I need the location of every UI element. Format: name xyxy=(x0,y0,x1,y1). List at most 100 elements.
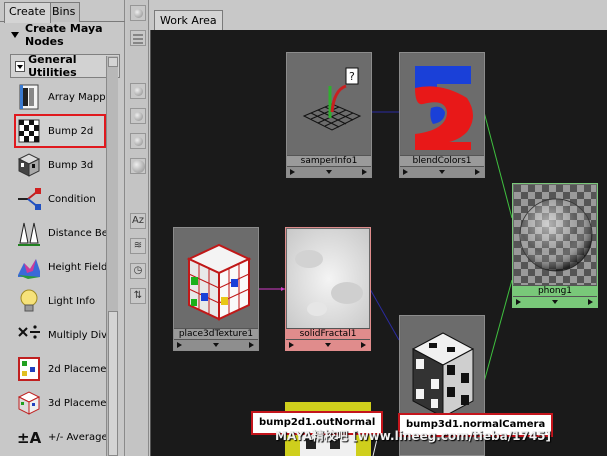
dropdown-label: Create Maya Nodes xyxy=(25,22,103,48)
list-item-bump-3d[interactable]: Bump 3d xyxy=(14,148,106,182)
medium-sphere-icon xyxy=(134,112,143,121)
list-item-label: +/- Average xyxy=(48,431,106,443)
list-item-label: Distance Bet xyxy=(48,227,106,239)
node-ports[interactable] xyxy=(513,296,597,307)
sort-type-icon: ≋ xyxy=(133,240,143,251)
node-ports[interactable] xyxy=(286,339,370,350)
clock-icon: ◷ xyxy=(133,265,143,276)
dropdown-arrow-icon xyxy=(11,32,19,38)
swatch-size-toggle-button[interactable] xyxy=(130,5,146,21)
create-panel: Create Bins Create Maya Nodes General Ut… xyxy=(0,0,125,456)
plus-minus-average-icon: ±A xyxy=(17,429,42,447)
list-item-multiply-divide[interactable]: Multiply Divid xyxy=(14,318,106,352)
medium-swatch-button[interactable] xyxy=(130,108,146,124)
panel-tab-bar: Create Bins xyxy=(0,0,125,23)
place2d-icon xyxy=(18,357,40,381)
multiply-divide-icon xyxy=(18,325,40,339)
node-sampler-info[interactable]: ? samperInfo1 xyxy=(286,52,372,178)
phong-swatch xyxy=(514,185,596,285)
distance-between-icon xyxy=(18,222,40,246)
svg-text:±A: ±A xyxy=(17,429,42,447)
list-item-3d-placement[interactable]: 3d Placemen xyxy=(14,386,106,420)
solid-fractal-swatch xyxy=(287,229,369,328)
bump2d-icon xyxy=(18,119,40,143)
node-ports[interactable] xyxy=(174,339,258,350)
list-item-2d-placement[interactable]: 2d Placemen xyxy=(14,352,106,386)
sphere-swatch-icon xyxy=(134,9,143,18)
xlarge-swatch-button[interactable] xyxy=(130,158,146,174)
tab-bins[interactable]: Bins xyxy=(47,2,81,22)
large-swatch-button[interactable] xyxy=(130,133,146,149)
list-item-light-info[interactable]: Light Info xyxy=(14,284,106,318)
list-item-height-field[interactable]: Height Field xyxy=(14,250,106,284)
node-label: samperInfo1 xyxy=(287,155,371,166)
wire-fractal-to-bump xyxy=(369,288,400,341)
watermark-text: MAYA精校吧 [www.lineeg.com/tieba/1745] xyxy=(275,429,552,443)
list-item-label: 2d Placemen xyxy=(48,363,106,375)
node-solid-fractal[interactable]: solidFractal1 xyxy=(285,227,371,351)
node-ports[interactable] xyxy=(287,166,371,177)
scrollbar-thumb[interactable] xyxy=(108,311,118,456)
height-field-icon xyxy=(18,259,40,279)
list-view-icon xyxy=(133,34,143,44)
node-list: Array Mapper Bump 2d xyxy=(14,80,106,454)
place3d-texture-icon xyxy=(175,229,257,328)
list-item-label: Array Mapper xyxy=(48,91,106,103)
xlarge-sphere-icon xyxy=(132,160,145,173)
maya-hypershade-window: Create Bins Create Maya Nodes General Ut… xyxy=(0,0,607,456)
place3d-icon xyxy=(17,391,41,415)
tab-work-area[interactable]: Work Area xyxy=(154,10,607,31)
small-sphere-icon xyxy=(134,87,143,96)
list-item-label: 3d Placemen xyxy=(48,397,106,409)
bump3d-icon xyxy=(17,153,41,177)
list-item-condition[interactable]: Condition xyxy=(14,182,106,216)
work-area-canvas[interactable]: ? samperInfo1 blendColors1 phong1 place3… xyxy=(150,30,607,456)
node-place3d-texture[interactable]: place3dTexture1 xyxy=(173,227,259,351)
node-list-scrollbar[interactable] xyxy=(106,56,118,456)
list-item-label: Bump 2d xyxy=(48,125,94,137)
solid-fractal-icon xyxy=(287,229,369,328)
small-swatch-button[interactable] xyxy=(130,83,146,99)
list-item-label: Light Info xyxy=(48,295,96,307)
list-item-label: Height Field xyxy=(48,261,106,273)
work-area-tab-bar: Work Area xyxy=(150,0,607,31)
sort-by-name-button[interactable]: Az xyxy=(130,213,146,229)
scroll-up-arrow-icon[interactable] xyxy=(108,57,118,67)
collapse-toggle-icon[interactable] xyxy=(15,60,26,72)
blend-colors-swatch xyxy=(401,54,483,155)
list-item-distance-between[interactable]: Distance Bet xyxy=(14,216,106,250)
create-maya-nodes-dropdown[interactable]: Create Maya Nodes xyxy=(7,22,123,48)
sampler-info-icon: ? xyxy=(288,54,370,155)
condition-icon xyxy=(18,188,41,210)
sort-az-icon: Az xyxy=(131,215,145,226)
node-label: solidFractal1 xyxy=(286,328,370,339)
place3d-texture-swatch xyxy=(175,229,257,328)
node-phong[interactable]: phong1 xyxy=(512,183,598,308)
general-utilities-section-header[interactable]: General Utilities xyxy=(10,53,120,79)
sort-by-type-button[interactable]: ≋ xyxy=(130,238,146,254)
list-item-label: Condition xyxy=(48,193,96,205)
list-item-plus-minus-average[interactable]: ±A +/- Average xyxy=(14,420,106,454)
node-ports[interactable] xyxy=(400,166,484,177)
reverse-sort-icon: ⇅ xyxy=(133,290,143,301)
list-item-bump-2d[interactable]: Bump 2d xyxy=(14,114,106,148)
node-label: place3dTexture1 xyxy=(174,328,258,339)
list-item-label: Bump 3d xyxy=(48,159,94,171)
node-blend-colors[interactable]: blendColors1 xyxy=(399,52,485,178)
wire-blend-to-phong xyxy=(483,111,513,219)
tab-create[interactable]: Create xyxy=(4,2,51,23)
phong-sphere-icon xyxy=(514,185,596,285)
reverse-sort-button[interactable]: ⇅ xyxy=(130,288,146,304)
light-info-icon xyxy=(20,289,38,312)
array-mapper-icon xyxy=(19,84,39,110)
svg-text:?: ? xyxy=(349,70,355,83)
list-item-label: Multiply Divid xyxy=(48,329,106,341)
node-label: phong1 xyxy=(513,285,597,296)
blend-colors-icon xyxy=(401,54,483,155)
wire-bump-to-phong xyxy=(483,279,513,383)
list-item-array-mapper[interactable]: Array Mapper xyxy=(14,80,106,114)
sort-by-time-button[interactable]: ◷ xyxy=(130,263,146,279)
list-view-button[interactable] xyxy=(130,30,146,46)
node-label: blendColors1 xyxy=(400,155,484,166)
large-sphere-icon xyxy=(134,137,143,146)
